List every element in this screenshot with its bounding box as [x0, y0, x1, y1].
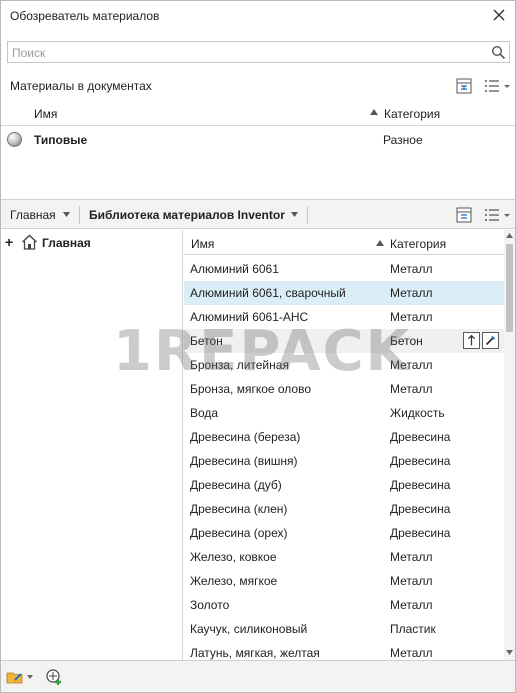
library-column-header: Имя Категория [184, 230, 504, 255]
table-row[interactable]: Железо, ковкое Металл [184, 545, 504, 569]
table-row[interactable]: Золото Металл [184, 593, 504, 617]
library-name-dropdown[interactable]: Библиотека материалов Inventor [89, 208, 285, 222]
library-rows: Алюминий 6061 Металл Алюминий 6061, сваро… [184, 257, 504, 660]
material-category: Металл [390, 646, 433, 660]
table-row[interactable]: Древесина (береза) Древесина [184, 425, 504, 449]
material-category: Древесина [390, 526, 451, 540]
list-view-icon[interactable] [483, 77, 511, 95]
edit-material-icon[interactable] [482, 332, 499, 349]
material-name: Алюминий 6061-AHC [190, 310, 309, 324]
bottom-toolbar [1, 660, 515, 692]
document-materials-title: Материалы в документах [10, 79, 152, 93]
table-row[interactable]: Древесина (дуб) Древесина [184, 473, 504, 497]
scrollbar-thumb[interactable] [506, 244, 513, 332]
close-icon[interactable] [491, 7, 507, 23]
material-name: Латунь, мягкая, желтая [190, 646, 320, 660]
material-name: Алюминий 6061 [190, 262, 279, 276]
material-name: Бетон [190, 334, 223, 348]
library-panel-icon[interactable] [455, 206, 473, 224]
chevron-down-icon[interactable] [27, 675, 33, 679]
material-sphere-icon [7, 132, 22, 147]
search-input[interactable]: Поиск [7, 41, 510, 63]
table-row[interactable]: Латунь, мягкая, желтая Металл [184, 641, 504, 660]
table-row[interactable]: Алюминий 6061-AHC Металл [184, 305, 504, 329]
window-title: Обозреватель материалов [10, 9, 160, 23]
scroll-down-icon[interactable] [506, 650, 513, 655]
material-category: Металл [390, 382, 433, 396]
document-material-row[interactable]: Типовые Разное [1, 128, 515, 152]
library-tree-panel: + Главная [1, 230, 183, 660]
material-category: Древесина [390, 430, 451, 444]
material-category: Жидкость [390, 406, 445, 420]
material-browser-window: Обозреватель материалов Поиск Материалы … [0, 0, 516, 693]
vertical-scrollbar[interactable] [504, 230, 515, 660]
show-library-icon[interactable] [455, 77, 473, 95]
search-placeholder: Поиск [12, 46, 46, 60]
material-category: Бетон [390, 334, 423, 348]
material-name: Древесина (дуб) [190, 478, 282, 492]
table-row[interactable]: Древесина (клен) Древесина [184, 497, 504, 521]
home-icon [22, 234, 37, 250]
material-category: Металл [390, 574, 433, 588]
search-icon[interactable] [491, 45, 506, 60]
document-materials-header: Материалы в документах [1, 73, 515, 99]
material-name: Вода [190, 406, 219, 420]
material-name: Древесина (орех) [190, 526, 288, 540]
material-category: Металл [390, 358, 433, 372]
document-materials-column-header: Имя Категория [1, 101, 515, 126]
sort-ascending-icon [376, 240, 384, 246]
material-category: Разное [383, 133, 423, 147]
toolbar-separator [79, 206, 80, 224]
chevron-down-icon[interactable] [291, 212, 298, 217]
column-category[interactable]: Категория [384, 107, 440, 121]
material-category: Металл [390, 286, 433, 300]
material-category: Пластик [390, 622, 436, 636]
material-name: Железо, мягкое [190, 574, 278, 588]
chevron-down-icon[interactable] [63, 212, 70, 217]
material-name: Древесина (вишня) [190, 454, 298, 468]
expand-icon[interactable]: + [5, 235, 13, 249]
table-row[interactable]: Железо, мягкое Металл [184, 569, 504, 593]
material-category: Металл [390, 262, 433, 276]
material-category: Древесина [390, 478, 451, 492]
material-category: Металл [390, 550, 433, 564]
column-name[interactable]: Имя [34, 107, 57, 121]
library-toolbar: Главная Библиотека материалов Inventor [1, 199, 515, 229]
material-name: Бронза, литейная [190, 358, 289, 372]
library-materials-list: Имя Категория Алюминий 6061 Металл Алюмин… [184, 230, 515, 660]
material-name: Каучук, силиконовый [190, 622, 308, 636]
column-name[interactable]: Имя [191, 237, 214, 251]
table-row[interactable]: Бронза, мягкое олово Металл [184, 377, 504, 401]
library-home-dropdown[interactable]: Главная [10, 208, 56, 222]
table-row[interactable]: Бронза, литейная Металл [184, 353, 504, 377]
material-name: Алюминий 6061, сварочный [190, 286, 346, 300]
material-name: Золото [190, 598, 230, 612]
open-library-icon[interactable] [6, 668, 24, 686]
table-row[interactable]: Алюминий 6061 Металл [184, 257, 504, 281]
material-name: Древесина (клен) [190, 502, 288, 516]
sort-ascending-icon [370, 109, 378, 115]
create-material-icon[interactable] [45, 668, 63, 686]
list-view-icon[interactable] [483, 206, 511, 224]
material-name: Древесина (береза) [190, 430, 301, 444]
table-row[interactable]: Древесина (вишня) Древесина [184, 449, 504, 473]
table-row-hovered[interactable]: Бетон Бетон [184, 329, 504, 353]
toolbar-separator [307, 206, 308, 224]
material-category: Древесина [390, 502, 451, 516]
add-to-document-icon[interactable] [463, 332, 480, 349]
material-name: Бронза, мягкое олово [190, 382, 312, 396]
table-row-selected[interactable]: Алюминий 6061, сварочный Металл [184, 281, 504, 305]
table-row[interactable]: Каучук, силиконовый Пластик [184, 617, 504, 641]
material-category: Древесина [390, 454, 451, 468]
material-category: Металл [390, 598, 433, 612]
material-name: Железо, ковкое [190, 550, 277, 564]
tree-item-label: Главная [42, 236, 91, 250]
material-category: Металл [390, 310, 433, 324]
scroll-up-icon[interactable] [506, 233, 513, 238]
title-bar: Обозреватель материалов [1, 1, 515, 31]
material-name: Типовые [34, 133, 88, 147]
column-category[interactable]: Категория [390, 237, 446, 251]
table-row[interactable]: Древесина (орех) Древесина [184, 521, 504, 545]
table-row[interactable]: Вода Жидкость [184, 401, 504, 425]
